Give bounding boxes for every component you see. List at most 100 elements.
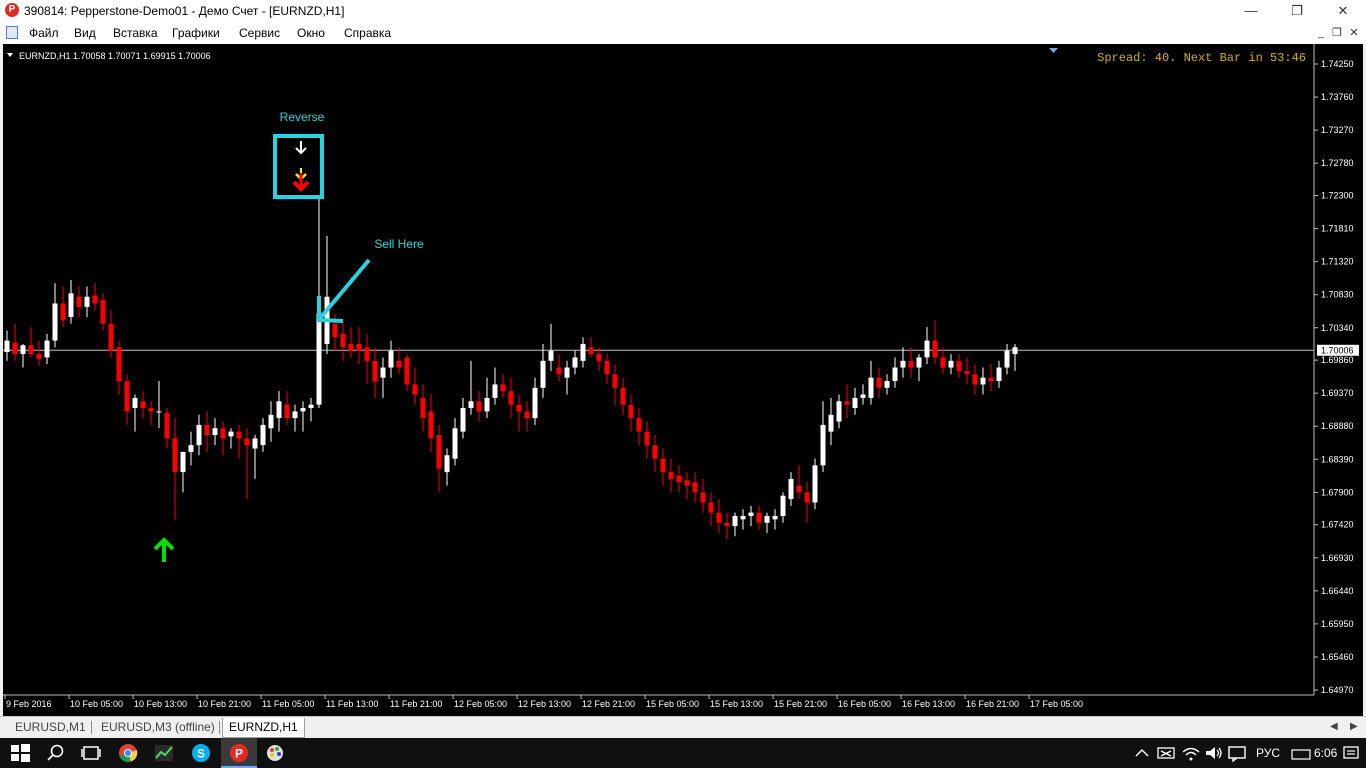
candle-body xyxy=(900,360,906,368)
candle-body xyxy=(292,411,298,419)
time-tick-label: 10 Feb 05:00 xyxy=(70,699,123,709)
price-tick-label: 1.73760 xyxy=(1321,92,1354,102)
tab-separator xyxy=(91,721,92,734)
paint-icon[interactable] xyxy=(264,742,286,764)
price-tick-label: 1.69370 xyxy=(1321,388,1354,398)
candle-body xyxy=(516,404,522,412)
price-tick-label: 1.70830 xyxy=(1321,290,1354,300)
candle-body xyxy=(340,333,346,348)
network-icon[interactable] xyxy=(1155,742,1177,764)
candle-body xyxy=(76,296,82,307)
candle-body xyxy=(84,296,90,307)
menu-view[interactable]: Вид xyxy=(74,26,96,40)
notifications-icon[interactable] xyxy=(1340,742,1362,764)
price-tick-label: 1.72780 xyxy=(1321,158,1354,168)
price-tick-label: 1.64970 xyxy=(1321,685,1354,695)
candle-body xyxy=(180,451,186,473)
time-tick-label: 12 Feb 13:00 xyxy=(518,699,571,709)
candle-body xyxy=(916,357,922,368)
candle-body xyxy=(420,397,426,419)
search-icon[interactable] xyxy=(45,742,67,764)
candle-body xyxy=(1012,347,1018,355)
volume-icon[interactable] xyxy=(1203,742,1225,764)
time-tick-label: 11 Feb 13:00 xyxy=(326,699,378,709)
candle-body xyxy=(948,360,954,368)
candle-body xyxy=(92,295,98,304)
tab-scroll-right-icon[interactable]: ▶ xyxy=(1350,721,1358,732)
candle-body xyxy=(876,377,882,388)
chevron-up-icon[interactable] xyxy=(1131,742,1153,764)
menu-window[interactable]: Окно xyxy=(297,26,325,40)
language-indicator[interactable]: РУС xyxy=(1256,746,1280,760)
time-tick-label: 15 Feb 13:00 xyxy=(710,699,763,709)
candle-body xyxy=(644,431,650,446)
candle-body xyxy=(868,377,874,398)
task-view-icon[interactable] xyxy=(80,742,102,764)
candle-body xyxy=(308,404,314,409)
minimize-button[interactable]: — xyxy=(1228,0,1274,22)
candle-body xyxy=(972,374,978,385)
wifi-icon[interactable] xyxy=(1180,742,1202,764)
candle-body xyxy=(20,345,26,355)
candle-body xyxy=(708,502,714,513)
candle-body xyxy=(932,340,938,358)
metatrader-chart-icon[interactable] xyxy=(153,742,175,764)
candle-body xyxy=(156,411,162,413)
candle-body xyxy=(556,367,562,375)
candle-body xyxy=(748,512,754,516)
mdi-close-button[interactable]: ✕ xyxy=(1347,26,1361,40)
candle-body xyxy=(132,397,138,409)
candle-body xyxy=(484,397,490,412)
candle-body xyxy=(428,411,434,439)
tab-separator xyxy=(219,721,220,734)
candle-body xyxy=(468,401,474,409)
mdi-minimize-button[interactable]: _ xyxy=(1314,26,1328,40)
chrome-icon[interactable] xyxy=(117,742,139,764)
windows-start-icon[interactable] xyxy=(9,742,31,764)
window-title: 390814: Pepperstone-Demo01 - Демо Счет -… xyxy=(24,4,345,18)
candle-body xyxy=(684,480,690,486)
keyboard-icon[interactable] xyxy=(1290,743,1312,765)
candle-body xyxy=(796,485,802,493)
time-tick-label: 16 Feb 05:00 xyxy=(838,699,891,709)
menu-insert[interactable]: Вставка xyxy=(113,26,158,40)
skype-icon[interactable]: S xyxy=(190,742,212,764)
candle-body xyxy=(908,360,914,368)
close-button[interactable]: ✕ xyxy=(1320,0,1366,22)
candle-body xyxy=(164,412,170,439)
mdi-restore-button[interactable]: ❐ xyxy=(1330,26,1344,40)
price-chart[interactable]: 1.74250 1.73760 1.73270 1.72780 1.72300 1.718… xyxy=(3,44,1363,716)
candle-body xyxy=(988,377,994,382)
document-icon[interactable] xyxy=(6,26,18,39)
menu-help[interactable]: Справка xyxy=(344,26,391,40)
tab-eurusd-m1[interactable]: EURUSD,M1 xyxy=(9,718,92,737)
menu-tools[interactable]: Сервис xyxy=(239,26,280,40)
menu-bar: Файл Вид Вставка Графики Сервис Окно Спр… xyxy=(0,22,1366,45)
candle-body xyxy=(316,313,322,405)
price-tick-label: 1.68390 xyxy=(1321,454,1354,464)
tab-scroll-left-icon[interactable]: ◀ xyxy=(1330,721,1338,732)
pepperstone-icon[interactable]: P xyxy=(228,742,250,764)
clock[interactable]: 6:06 xyxy=(1314,746,1337,760)
candle-body xyxy=(4,340,10,353)
annotation-sell-here: Sell Here xyxy=(374,237,424,251)
tab-eurnzd-h1[interactable]: EURNZD,H1 xyxy=(222,718,305,738)
tab-eurusd-m3-offline[interactable]: EURUSD,M3 (offline) xyxy=(95,718,221,737)
candle-body xyxy=(980,377,986,385)
price-tick-label: 1.67900 xyxy=(1321,487,1354,497)
price-tick-label: 1.67420 xyxy=(1321,520,1354,530)
candle-body xyxy=(524,411,530,419)
candle-body xyxy=(660,458,666,473)
candle-body xyxy=(580,343,586,361)
candle-body xyxy=(148,408,154,412)
candle-body xyxy=(588,347,594,355)
candle-body xyxy=(604,360,610,375)
message-icon[interactable] xyxy=(1226,742,1248,764)
menu-charts[interactable]: Графики xyxy=(172,26,220,40)
candle-body xyxy=(284,404,290,419)
candle-body xyxy=(532,387,538,419)
candle-body xyxy=(884,381,890,388)
candle-body xyxy=(100,300,106,324)
menu-file[interactable]: Файл xyxy=(29,26,59,40)
maximize-button[interactable]: ❐ xyxy=(1274,0,1320,22)
